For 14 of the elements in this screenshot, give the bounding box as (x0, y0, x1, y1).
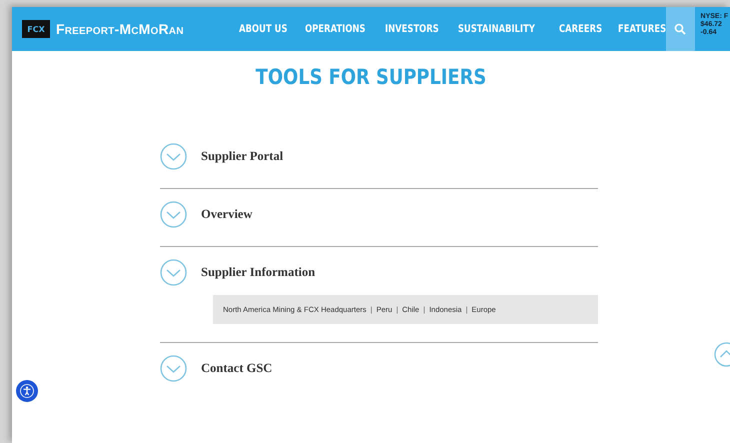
page-title: TOOLS FOR SUPPLIERS (254, 65, 488, 89)
person-icon (20, 384, 34, 398)
accordion-title[interactable]: Contact GSC (201, 361, 272, 376)
accessibility-button[interactable] (16, 380, 38, 402)
company-logo[interactable]: FCX (22, 20, 50, 38)
chevron-down-icon[interactable] (160, 259, 187, 286)
chevron-down-icon[interactable] (160, 355, 187, 382)
accordion-title[interactable]: Overview (201, 207, 252, 222)
accordion-title[interactable]: Supplier Information (201, 265, 316, 280)
chevron-down-icon[interactable] (160, 201, 187, 228)
search-icon (674, 23, 686, 35)
search-button[interactable] (666, 7, 695, 51)
chevron-down-icon[interactable] (160, 143, 187, 170)
accordion-title[interactable]: Supplier Portal (201, 149, 284, 164)
